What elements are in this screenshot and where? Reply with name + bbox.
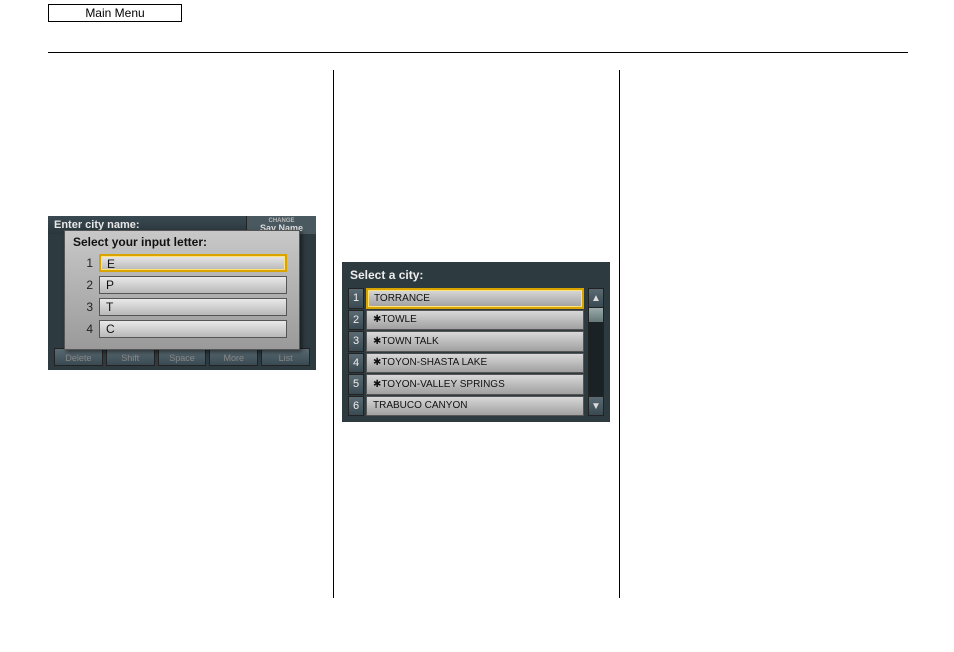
screenshot-input-letter: Enter city name: CHANGE Say Name DeleteS… — [48, 216, 316, 370]
letter-option[interactable]: 1E — [77, 253, 287, 273]
option-letter: P — [99, 276, 287, 294]
column-separator — [333, 70, 334, 598]
option-number: 2 — [77, 278, 99, 292]
row-number: 4 — [348, 353, 364, 374]
select-city-title: Select a city: — [342, 262, 610, 286]
city-row[interactable]: 3✱TOWN TALK — [348, 331, 584, 352]
row-number: 2 — [348, 310, 364, 331]
keyboard-bottombar: DeleteShiftSpaceMoreList — [54, 348, 310, 366]
option-letter: C — [99, 320, 287, 338]
main-menu-button[interactable]: Main Menu — [48, 4, 182, 22]
popup-title: Select your input letter: — [65, 231, 299, 251]
scroll-thumb[interactable] — [589, 308, 603, 322]
row-number: 5 — [348, 374, 364, 395]
city-name: ✱TOYON-SHASTA LAKE — [366, 353, 584, 374]
screenshot-select-city: Select a city: 1TORRANCE2✱TOWLE3✱TOWN TA… — [342, 262, 610, 422]
shift-button[interactable]: Shift — [106, 348, 155, 366]
option-letter: T — [99, 298, 287, 316]
option-letter: E — [99, 254, 287, 272]
city-name: ✱TOWN TALK — [366, 331, 584, 352]
scroll-up-button[interactable]: ▲ — [588, 288, 604, 308]
list-button[interactable]: List — [261, 348, 310, 366]
row-number: 3 — [348, 331, 364, 352]
city-name: TORRANCE — [366, 288, 584, 309]
column-separator — [619, 70, 620, 598]
city-name: ✱TOYON-VALLEY SPRINGS — [366, 374, 584, 395]
city-row[interactable]: 2✱TOWLE — [348, 310, 584, 331]
city-row[interactable]: 1TORRANCE — [348, 288, 584, 309]
scroll-track[interactable] — [588, 308, 604, 396]
row-number: 6 — [348, 396, 364, 417]
scrollbar: ▲ ▼ — [588, 288, 604, 416]
input-letter-popup: Select your input letter: 1E2P3T4C — [64, 230, 300, 350]
option-number: 3 — [77, 300, 99, 314]
city-name: TRABUCO CANYON — [366, 396, 584, 417]
letter-option[interactable]: 4C — [77, 319, 287, 339]
city-name: ✱TOWLE — [366, 310, 584, 331]
option-number: 1 — [77, 256, 99, 270]
letter-option[interactable]: 3T — [77, 297, 287, 317]
city-row[interactable]: 4✱TOYON-SHASTA LAKE — [348, 353, 584, 374]
option-number: 4 — [77, 322, 99, 336]
delete-button[interactable]: Delete — [54, 348, 103, 366]
scroll-down-button[interactable]: ▼ — [588, 396, 604, 416]
row-number: 1 — [348, 288, 364, 309]
space-button[interactable]: Space — [158, 348, 207, 366]
city-row[interactable]: 5✱TOYON-VALLEY SPRINGS — [348, 374, 584, 395]
letter-option[interactable]: 2P — [77, 275, 287, 295]
more-button[interactable]: More — [209, 348, 258, 366]
city-row[interactable]: 6TRABUCO CANYON — [348, 396, 584, 417]
divider — [48, 52, 908, 53]
